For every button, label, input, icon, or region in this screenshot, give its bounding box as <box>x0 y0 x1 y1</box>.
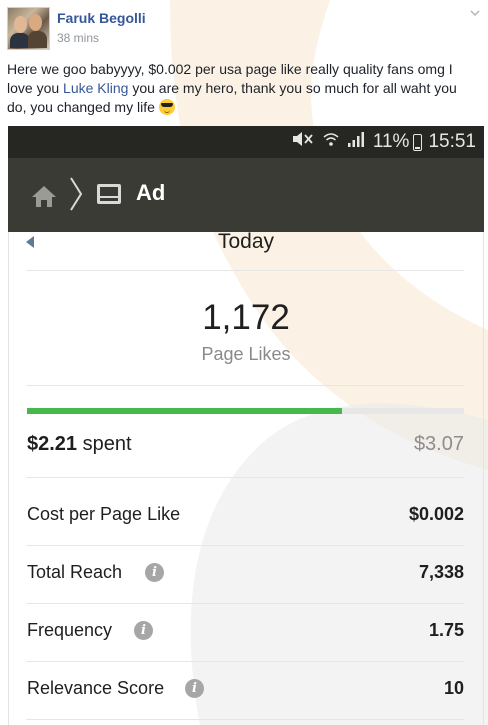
post-text: Here we goo babyyyy, $0.002 per usa page… <box>7 60 477 117</box>
chevron-right-icon <box>69 176 83 212</box>
home-icon[interactable] <box>31 184 57 208</box>
date-range-label[interactable]: Today <box>8 230 484 254</box>
metric-value: 7,338 <box>418 562 464 582</box>
result-label: Page Likes <box>201 344 291 364</box>
mute-icon <box>291 130 315 154</box>
avatar[interactable] <box>7 7 50 50</box>
post-header: Faruk Begolli 38 mins <box>7 7 482 50</box>
metric-label: Relevance Score <box>27 678 165 698</box>
mention-link[interactable]: Luke Kling <box>63 80 128 96</box>
metric-value: 10 <box>443 678 464 698</box>
metric-value: 1.75 <box>428 620 464 640</box>
battery-percent: 11% <box>372 131 410 152</box>
metric-label: Cost per Page Like <box>27 504 181 524</box>
result-value: 1,172 <box>202 298 290 337</box>
ad-results-panel: Today 1,172 Page Likes $2.21 spent $3.07… <box>8 230 484 725</box>
sunglasses-emoji-icon <box>158 99 175 115</box>
info-icon[interactable]: i <box>134 621 153 640</box>
metric-label: Frequency <box>27 620 113 640</box>
ad-icon[interactable] <box>96 182 122 206</box>
chevron-down-icon[interactable] <box>468 7 482 21</box>
app-bar-title: Ad <box>136 180 166 205</box>
budget-progress-bar <box>27 408 464 414</box>
phone-screenshot: 11% 15:51 Ad Today 1,172 Page Likes $2.2… <box>8 126 484 725</box>
spent-text: $2.21 spent <box>27 433 132 456</box>
budget-progress-fill <box>27 408 342 414</box>
metric-value: $0.002 <box>408 504 464 524</box>
wifi-icon <box>323 130 339 154</box>
app-bar: Ad <box>8 158 484 232</box>
battery-icon <box>413 133 423 151</box>
metric-label: Total Reach <box>27 562 123 582</box>
info-icon[interactable]: i <box>185 679 204 698</box>
status-bar: 11% 15:51 <box>8 126 484 158</box>
spent-amount: $2.21 <box>27 433 78 455</box>
clock: 15:51 <box>428 131 476 152</box>
info-icon[interactable]: i <box>145 563 164 582</box>
author-name[interactable]: Faruk Begolli <box>57 10 146 26</box>
signal-icon <box>347 131 365 153</box>
spent-word: spent <box>82 433 132 455</box>
post-timestamp[interactable]: 38 mins <box>57 31 99 45</box>
budget-total: $3.07 <box>413 433 464 455</box>
